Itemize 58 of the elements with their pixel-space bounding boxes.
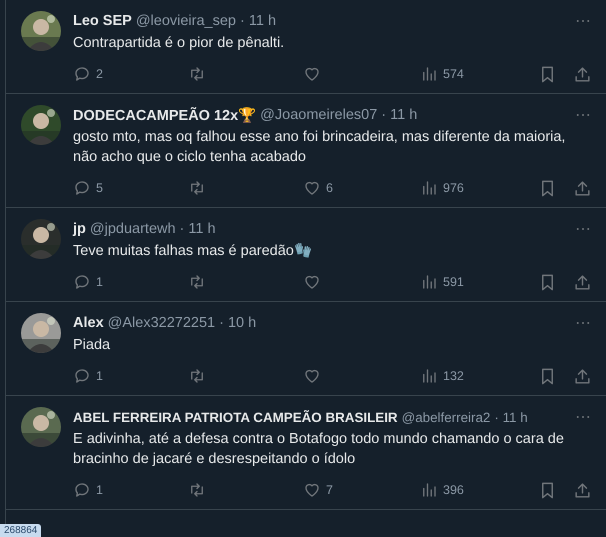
view-count: 132 — [443, 369, 464, 383]
post-text: Contrapartida é o pior de pênalti. — [73, 34, 286, 53]
author-name[interactable]: Leo SEP — [73, 13, 132, 29]
like-icon[interactable] — [303, 481, 321, 499]
like-count: 6 — [326, 181, 333, 195]
like-icon[interactable] — [303, 273, 321, 291]
reply-count: 1 — [96, 275, 103, 289]
reply-count: 1 — [96, 483, 103, 497]
post-time[interactable]: · 11 h — [240, 13, 276, 29]
share-icon[interactable] — [573, 366, 592, 386]
author-handle[interactable]: @abelferreira2 — [402, 410, 490, 424]
reply-icon[interactable] — [73, 367, 91, 385]
post-time[interactable]: · 11 h — [180, 221, 216, 237]
reply-count: 5 — [96, 181, 103, 195]
author-name[interactable]: jp — [73, 221, 86, 237]
reply-count: 2 — [96, 67, 103, 81]
author-handle[interactable]: @leovieira_sep — [136, 13, 236, 29]
share-icon[interactable] — [573, 272, 592, 292]
post-time[interactable]: · 11 h — [381, 107, 418, 123]
author-handle[interactable]: @Joaomeireles07 — [260, 107, 378, 123]
view-count: 591 — [443, 275, 464, 289]
post-text: Piada — [73, 336, 112, 355]
views-icon[interactable] — [420, 179, 438, 197]
post-time[interactable]: · 10 h — [219, 315, 256, 331]
author-name[interactable]: DODECACAMPEÃO 12x🏆 — [73, 106, 256, 124]
view-count: 396 — [443, 483, 464, 497]
post-text: Teve muitas falhas mas é paredão🧤 — [73, 242, 313, 261]
repost-icon[interactable] — [188, 481, 206, 499]
like-count: 7 — [326, 483, 333, 497]
like-icon[interactable] — [303, 65, 321, 83]
author-handle[interactable]: @jpduartewh — [90, 221, 176, 237]
reply-icon[interactable] — [73, 65, 91, 83]
repost-icon[interactable] — [188, 273, 206, 291]
author-name[interactable]: ABEL FERREIRA PATRIOTA CAMPEÃO BRASILEIR — [73, 410, 398, 424]
views-icon[interactable] — [420, 481, 438, 499]
share-icon[interactable] — [573, 480, 592, 500]
author-handle[interactable]: @Alex32272251 — [108, 315, 216, 331]
views-icon[interactable] — [420, 273, 438, 291]
post-text: E adivinha, até a defesa contra o Botafogo todo mundo chamando o cara de bracinho de jacaré e desrespeitando o ídolo — [73, 430, 565, 469]
repost-icon[interactable] — [188, 65, 206, 83]
reply-icon[interactable] — [73, 273, 91, 291]
repost-icon[interactable] — [188, 179, 206, 197]
view-count: 976 — [443, 181, 464, 195]
post-text: gosto mto, mas oq falhou esse ano foi brincadeira, mas diferente da maioria, não acho que o ciclo tenha acabado — [73, 128, 566, 167]
share-icon[interactable] — [573, 178, 592, 198]
reply-count: 1 — [96, 369, 103, 383]
reply-icon[interactable] — [73, 481, 91, 499]
views-icon[interactable] — [420, 367, 438, 385]
views-icon[interactable] — [420, 65, 438, 83]
repost-icon[interactable] — [188, 367, 206, 385]
reply-icon[interactable] — [73, 179, 91, 197]
author-name[interactable]: Alex — [73, 315, 104, 331]
like-icon[interactable] — [303, 367, 321, 385]
share-icon[interactable] — [573, 64, 592, 84]
post-time[interactable]: · 11 h — [494, 410, 528, 424]
like-icon[interactable] — [303, 179, 321, 197]
corner-tag: 268864 — [0, 524, 42, 537]
view-count: 574 — [443, 67, 464, 81]
